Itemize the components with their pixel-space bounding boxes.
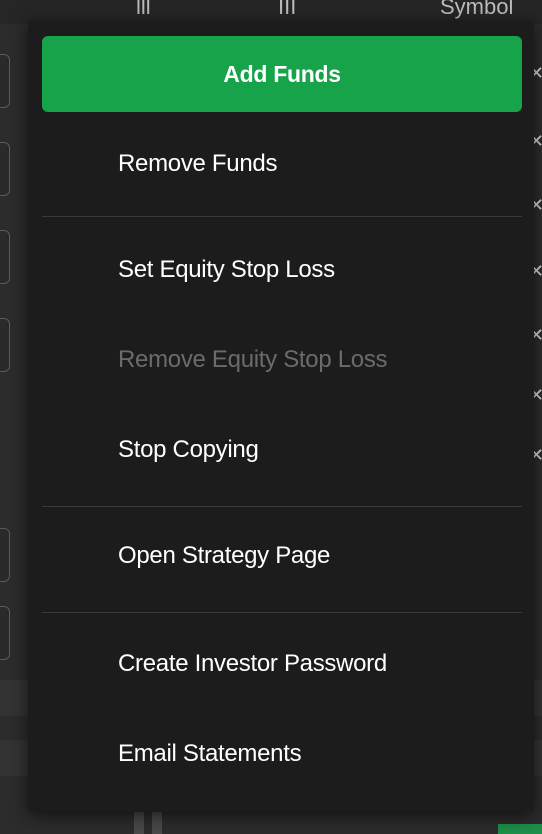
menu-item-label: Stop Copying	[118, 436, 259, 463]
add-funds-button[interactable]: Add Funds	[42, 36, 522, 112]
menu-item-label: Remove Equity Stop Loss	[118, 346, 388, 373]
menu-item-label: Open Strategy Page	[118, 542, 331, 569]
menu-divider	[42, 216, 522, 217]
background-input-field[interactable]	[0, 606, 10, 660]
context-menu: Add Funds Remove Funds Set Equity Stop L…	[28, 20, 534, 812]
menu-item-remove-equity-stop-loss: Remove Equity Stop Loss	[28, 318, 534, 402]
background-input-field[interactable]	[0, 318, 10, 372]
background-bar	[152, 812, 162, 834]
background-input-field[interactable]	[0, 528, 10, 582]
menu-item-stop-copying[interactable]: Stop Copying	[28, 408, 534, 492]
background-header-label: III	[278, 0, 297, 19]
menu-item-remove-funds[interactable]: Remove Funds	[28, 122, 534, 206]
menu-item-label: Remove Funds	[118, 150, 278, 177]
background-input-field[interactable]	[0, 230, 10, 284]
background-bar	[134, 812, 144, 834]
background-input-field[interactable]	[0, 142, 10, 196]
background-input-field[interactable]	[0, 54, 10, 108]
menu-item-email-statements[interactable]: Email Statements	[28, 712, 534, 796]
menu-item-label: Create Investor Password	[118, 650, 387, 677]
menu-item-label: Email Statements	[118, 740, 302, 767]
background-header-label: lll	[136, 0, 151, 19]
background-green-accent	[498, 824, 542, 834]
menu-item-set-equity-stop-loss[interactable]: Set Equity Stop Loss	[28, 228, 534, 312]
menu-divider	[42, 612, 522, 613]
menu-item-label: Set Equity Stop Loss	[118, 256, 335, 283]
menu-item-open-strategy-page[interactable]: Open Strategy Page	[28, 514, 534, 598]
background-header-label: Symbol	[440, 0, 514, 19]
menu-item-create-investor-password[interactable]: Create Investor Password	[28, 622, 534, 706]
menu-item-label: Add Funds	[223, 60, 341, 87]
menu-divider	[42, 506, 522, 507]
